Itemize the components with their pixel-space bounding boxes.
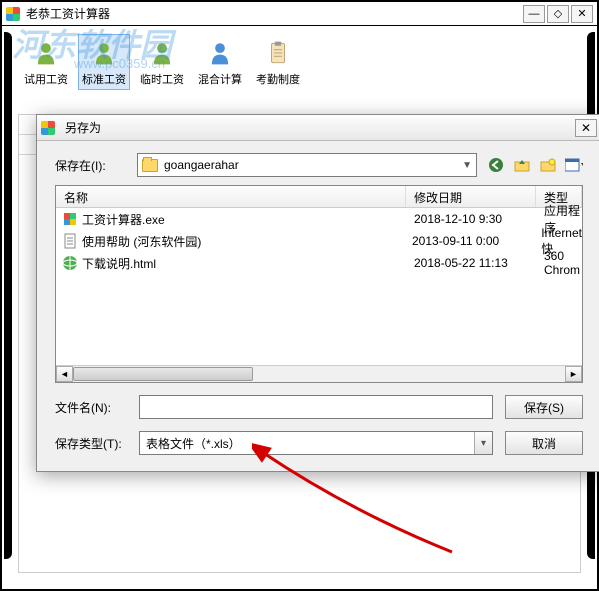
file-name: 工资计算器.exe bbox=[82, 211, 165, 228]
file-list-header[interactable]: 名称 修改日期 类型 bbox=[56, 186, 582, 208]
person-green-icon bbox=[88, 37, 120, 69]
clipboard-icon bbox=[262, 37, 294, 69]
view-menu-icon[interactable] bbox=[565, 156, 583, 174]
dialog-title: 另存为 bbox=[65, 119, 575, 136]
toolbar-item-3[interactable]: 混合计算 bbox=[194, 34, 246, 90]
filetype-combo[interactable]: 表格文件（*.xls） ▾ bbox=[139, 431, 493, 455]
file-name: 使用帮助 (河东软件园) bbox=[82, 233, 201, 250]
file-icon bbox=[62, 233, 78, 249]
toolbar-label: 标准工资 bbox=[82, 71, 126, 87]
toolbar-item-0[interactable]: 试用工资 bbox=[20, 34, 72, 90]
cancel-button[interactable]: 取消 bbox=[505, 431, 583, 455]
app-title: 老恭工资计算器 bbox=[26, 5, 523, 22]
maximize-button[interactable]: ◇ bbox=[547, 5, 569, 23]
person-blue-icon bbox=[204, 37, 236, 69]
scroll-thumb[interactable] bbox=[73, 367, 253, 381]
toolbar-label: 临时工资 bbox=[140, 71, 184, 87]
filename-label: 文件名(N): bbox=[55, 399, 127, 416]
dialog-titlebar[interactable]: 另存为 ✕ bbox=[37, 115, 599, 141]
horizontal-scrollbar[interactable]: ◄ ► bbox=[56, 365, 582, 382]
toolbar-label: 混合计算 bbox=[198, 71, 242, 87]
file-row[interactable]: 使用帮助 (河东软件园)2013-09-11 0:00Internet 快 bbox=[56, 230, 582, 252]
save-as-dialog: 另存为 ✕ 保存在(I): goangaerahar ▼ bbox=[36, 114, 599, 472]
file-date: 2018-12-10 9:30 bbox=[406, 212, 536, 226]
filetype-value: 表格文件（*.xls） bbox=[146, 435, 241, 452]
chevron-down-icon: ▾ bbox=[474, 432, 492, 454]
app-icon bbox=[6, 7, 20, 21]
file-row[interactable]: 下载说明.html 2018-05-22 11:13360 Chrom bbox=[56, 252, 582, 274]
toolbar-label: 试用工资 bbox=[24, 71, 68, 87]
filetype-label: 保存类型(T): bbox=[55, 435, 127, 452]
toolbar-label: 考勤制度 bbox=[256, 71, 300, 87]
file-list[interactable]: 名称 修改日期 类型 工资计算器.exe2018-12-10 9:30应用程序使… bbox=[55, 185, 583, 383]
main-toolbar: 试用工资标准工资临时工资混合计算考勤制度 bbox=[2, 26, 597, 94]
folder-icon bbox=[142, 159, 158, 172]
dialog-icon bbox=[41, 121, 55, 135]
scroll-left-button[interactable]: ◄ bbox=[56, 366, 73, 382]
person-green-icon bbox=[146, 37, 178, 69]
file-date: 2018-05-22 11:13 bbox=[406, 256, 536, 270]
filename-input[interactable] bbox=[139, 395, 493, 419]
save-button[interactable]: 保存(S) bbox=[505, 395, 583, 419]
location-combo[interactable]: goangaerahar ▼ bbox=[137, 153, 477, 177]
toolbar-item-2[interactable]: 临时工资 bbox=[136, 34, 188, 90]
person-green-icon bbox=[30, 37, 62, 69]
file-date: 2013-09-11 0:00 bbox=[404, 234, 533, 248]
up-folder-icon[interactable] bbox=[513, 156, 531, 174]
dialog-close-button[interactable]: ✕ bbox=[575, 119, 597, 137]
minimize-button[interactable]: — bbox=[523, 5, 545, 23]
chevron-down-icon: ▼ bbox=[462, 160, 472, 171]
file-icon bbox=[62, 211, 78, 227]
file-row[interactable]: 工资计算器.exe2018-12-10 9:30应用程序 bbox=[56, 208, 582, 230]
close-button[interactable]: ✕ bbox=[571, 5, 593, 23]
column-name[interactable]: 名称 bbox=[56, 186, 406, 207]
location-label: 保存在(I): bbox=[55, 157, 127, 174]
file-icon bbox=[62, 255, 78, 271]
file-type: 360 Chrom bbox=[536, 249, 582, 277]
scroll-right-button[interactable]: ► bbox=[565, 366, 582, 382]
main-titlebar: 老恭工资计算器 — ◇ ✕ bbox=[2, 2, 597, 26]
current-folder-name: goangaerahar bbox=[164, 158, 239, 172]
toolbar-item-1[interactable]: 标准工资 bbox=[78, 34, 130, 90]
file-name: 下载说明.html bbox=[82, 255, 156, 272]
new-folder-icon[interactable] bbox=[539, 156, 557, 174]
column-date[interactable]: 修改日期 bbox=[406, 186, 536, 207]
toolbar-item-4[interactable]: 考勤制度 bbox=[252, 34, 304, 90]
back-icon[interactable] bbox=[487, 156, 505, 174]
